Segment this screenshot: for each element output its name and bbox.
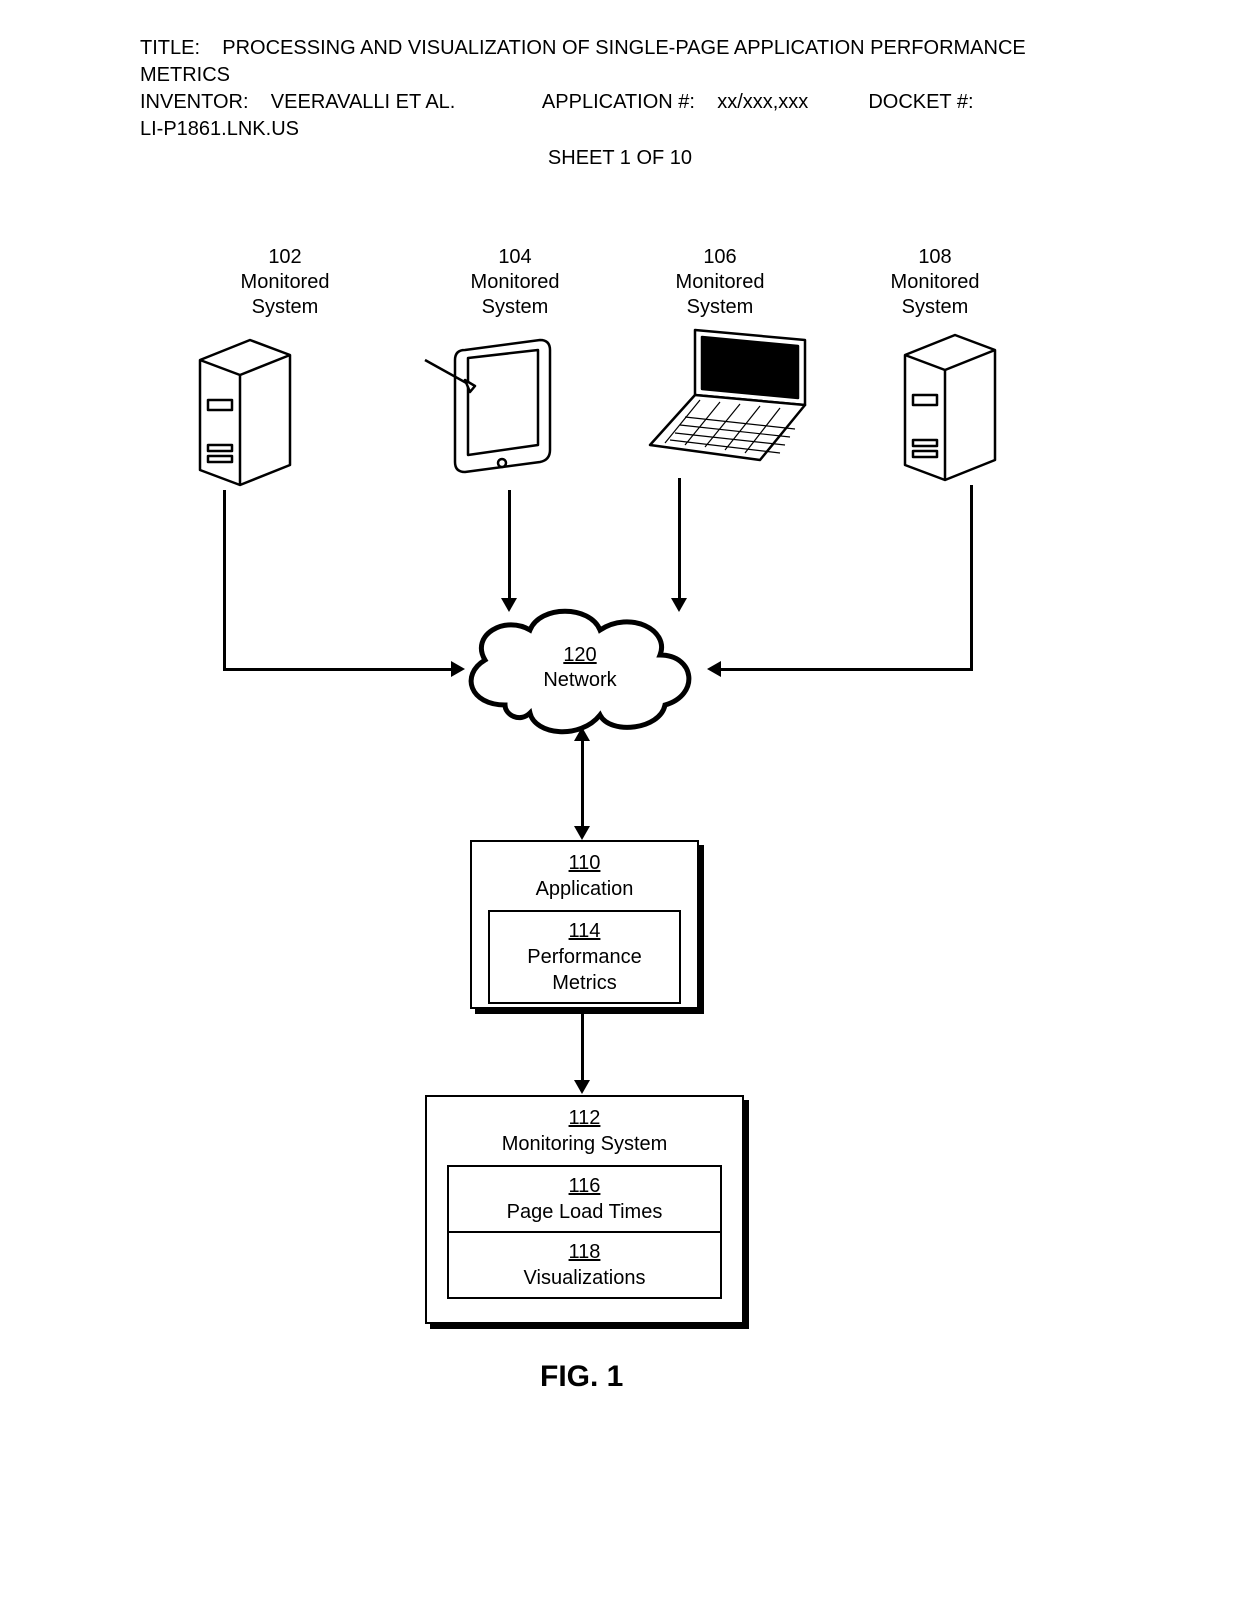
- connector-line: [970, 485, 973, 670]
- connector-line: [581, 740, 584, 828]
- node-label-104: 104 Monitored System: [445, 245, 585, 320]
- node-label-106: 106 Monitored System: [650, 245, 790, 320]
- cloud-label: 120 Network: [450, 643, 710, 693]
- monitoring-system-box: 112 Monitoring System 116 Page Load Time…: [425, 1095, 744, 1324]
- tablet-icon: [420, 330, 570, 490]
- arrowhead-icon: [707, 661, 721, 677]
- server-tower-icon: [190, 330, 300, 490]
- connector-line: [581, 1012, 584, 1082]
- arrowhead-icon: [574, 727, 590, 741]
- inner-cell-118: 118 Visualizations: [449, 1231, 720, 1297]
- node-label-108: 108 Monitored System: [865, 245, 1005, 320]
- arrowhead-icon: [574, 826, 590, 840]
- box-title-112: 112 Monitoring System: [427, 1105, 742, 1157]
- arrowhead-icon: [501, 598, 517, 612]
- connector-line: [508, 490, 511, 600]
- application-box: 110 Application 114 Performance Metrics: [470, 840, 699, 1009]
- node-label-102: 102 Monitored System: [215, 245, 355, 320]
- arrowhead-icon: [671, 598, 687, 612]
- arrowhead-icon: [451, 661, 465, 677]
- network-cloud: 120 Network: [450, 595, 710, 745]
- arrowhead-icon: [574, 1080, 590, 1094]
- inner-box-114: 114 Performance Metrics: [488, 910, 681, 1004]
- laptop-icon: [640, 325, 820, 475]
- connector-line: [678, 478, 681, 600]
- server-tower-icon-2: [895, 325, 1005, 485]
- inner-cell-116: 116 Page Load Times: [449, 1167, 720, 1231]
- box-title-110: 110 Application: [472, 850, 697, 902]
- figure-caption: FIG. 1: [540, 1360, 623, 1394]
- inner-stack: 116 Page Load Times 118 Visualizations: [447, 1165, 722, 1299]
- figure-1-diagram: 102 Monitored System 104 Monitored Syste…: [0, 0, 1240, 1605]
- connector-line: [223, 668, 453, 671]
- connector-line: [720, 668, 973, 671]
- connector-line: [223, 490, 226, 670]
